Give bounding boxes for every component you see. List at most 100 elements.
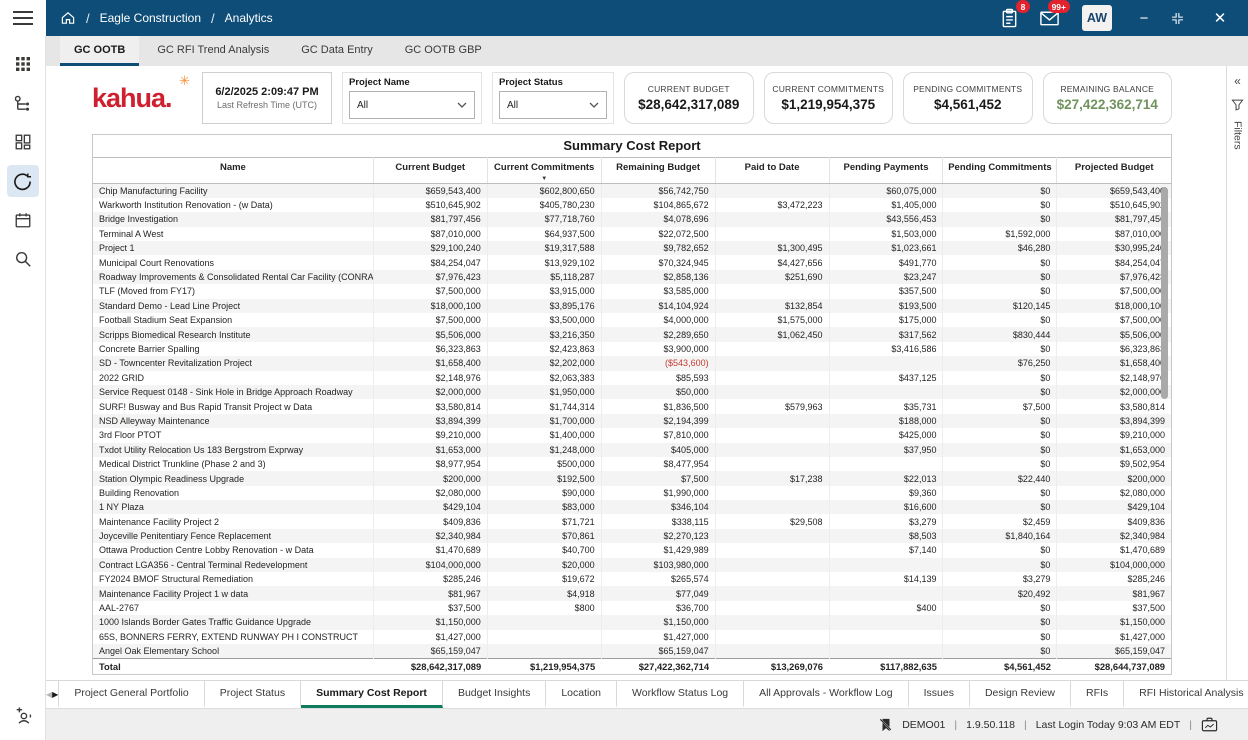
column-header-name[interactable]: Name [93,157,374,184]
cell-value: $13,929,102 [487,255,602,270]
cell-value: $7,500,000 [1119,286,1165,297]
sync-icon[interactable] [6,165,39,197]
kpi-value: $1,219,954,375 [781,97,876,112]
column-header-pending-payments[interactable]: Pending Payments [829,157,944,184]
minimize-button[interactable]: − [1132,10,1156,27]
cell-value: $60,075,000 [829,183,944,198]
restore-window-button[interactable] [1170,11,1194,26]
dashboard-icon[interactable] [7,126,39,158]
expand-filters-button[interactable]: « [1234,74,1241,88]
cell-value: $18,000,100 [1114,300,1165,311]
briefcase-chart-icon[interactable] [1201,717,1218,732]
column-header-projected-budget[interactable]: Projected Budget [1056,157,1171,184]
cell-value: $1,427,000 [1119,631,1165,642]
project-name-dropdown[interactable]: All [349,91,475,119]
home-icon[interactable] [60,10,76,26]
sheet-tab-rfis[interactable]: RFIs [1071,681,1125,708]
cell-value: $200,000 [1127,473,1165,484]
cell-value: $265,574 [601,572,716,587]
cell-value: $5,506,000 [373,327,488,342]
cell-value: $3,895,176 [487,298,602,314]
cell-value: $2,270,123 [601,528,716,544]
sort-indicator-icon: ▼ [541,176,548,182]
sheet-tab-budget-insights[interactable]: Budget Insights [443,681,547,708]
cell-value: $4,427,656 [715,255,830,270]
cell-value: $0 [942,442,1058,457]
apps-grid-icon[interactable] [7,48,39,80]
cell-name: Station Olympic Readiness Upgrade [93,471,374,486]
cell-value: $19,672 [487,572,602,587]
table-row: AAL-2767 $37,500 $800 $36,700 $400 $0 $37,500 [93,600,1171,616]
cell-value: $3,279 [942,572,1058,587]
cell-value: $20,000 [487,557,602,573]
cell-value: $77,718,760 [487,212,602,227]
sheet-tab-workflow-status-log[interactable]: Workflow Status Log [617,681,745,708]
table-row: 3rd Floor PTOT $9,210,000 $1,400,000 $7,810… [93,428,1171,443]
report-tab-gc-ootb[interactable]: GC OOTB [60,36,140,66]
cell-value: $7,500,000 [1119,315,1165,326]
cell-value: $0 [942,341,1058,357]
cell-value: $84,254,047 [1114,257,1165,268]
sheet-tab-design-review[interactable]: Design Review [970,681,1071,708]
report-canvas: kahua. ✳ 6/2/2025 2:09:47 PM Last Refres… [46,66,1226,680]
kpi-value: $4,561,452 [933,97,1002,112]
top-bar: / Eagle Construction / Analytics 8 99+ A… [0,0,1248,36]
table-scrollbar[interactable] [1161,187,1168,399]
calendar-icon[interactable] [7,204,39,236]
cell-value: $7,500,000 [373,313,488,328]
cell-value: $0 [942,428,1058,443]
breadcrumb-page[interactable]: Analytics [225,11,273,25]
cell-value: $0 [942,629,1058,644]
tasks-button[interactable]: 8 [996,0,1030,31]
cell-value: $3,216,350 [487,327,602,342]
sheet-tab-issues[interactable]: Issues [909,681,970,708]
sheet-tab-all-approvals-workflow-log[interactable]: All Approvals - Workflow Log [744,681,909,708]
sheet-tab-rfi-historical-analysis[interactable]: RFI Historical Analysis [1124,681,1248,708]
cell-value: $405,780,230 [487,197,602,213]
table-row: 1 NY Plaza $429,104 $83,000 $346,104 $16,600… [93,500,1171,515]
sheet-tab-project-status[interactable]: Project Status [205,681,302,708]
cell-value [487,615,602,630]
cell-value: $510,645,902 [373,197,488,213]
cell-name: Scripps Biomedical Research Institute [93,327,374,342]
hamburger-menu-button[interactable] [0,0,46,36]
cell-name: Project 1 [93,241,374,256]
report-tab-gc-rfi-trend-analysis[interactable]: GC RFI Trend Analysis [143,36,283,66]
project-status-dropdown[interactable]: All [499,91,607,119]
column-header-pending-commitments[interactable]: Pending Commitments [942,157,1058,184]
cell-value: $192,500 [487,471,602,486]
close-button[interactable]: ✕ [1208,9,1232,27]
cell-value: $104,865,672 [601,197,716,213]
report-tab-gc-ootb-gbp[interactable]: GC OOTB GBP [391,36,496,66]
cell-value: $1,658,400 [1119,358,1165,369]
kpi-card-pending-commitments: PENDING COMMITMENTS $4,561,452 [903,72,1033,124]
report-tab-gc-data-entry[interactable]: GC Data Entry [287,36,387,66]
hierarchy-icon[interactable] [7,87,39,119]
status-bar: DEMO01 | 1.9.50.118 | Last Login Today 9… [46,708,1248,740]
cell-value: $1,429,989 [601,543,716,558]
cell-value: $1,248,000 [487,442,602,457]
column-header-remaining-budget[interactable]: Remaining Budget [601,157,716,184]
messages-button[interactable]: 99+ [1036,0,1070,31]
muted-notifications-icon [880,718,893,731]
cell-value: $0 [942,615,1058,630]
column-header-paid-to-date[interactable]: Paid to Date [715,157,830,184]
column-header-current-commitments[interactable]: Current Commitments ▼ [487,157,602,184]
cell-name: FY2024 BMOF Structural Remediation [93,572,374,587]
cell-value: $1,653,000 [373,442,488,457]
tasks-badge: 8 [1016,0,1030,13]
column-header-current-budget[interactable]: Current Budget [373,157,488,184]
cell-value [829,456,944,472]
sheet-tab-location[interactable]: Location [546,681,618,708]
cell-value: $338,115 [601,514,716,529]
cell-value: $3,585,000 [601,284,716,299]
cell-value: $23,247 [829,269,944,285]
cell-name: Terminal A West [93,226,374,242]
sheet-tab-summary-cost-report[interactable]: Summary Cost Report [301,681,443,708]
user-avatar[interactable]: AW [1082,5,1112,31]
breadcrumb-app[interactable]: Eagle Construction [100,11,201,25]
sheet-tab-project-general-portfolio[interactable]: Project General Portfolio [58,681,205,708]
search-icon[interactable] [7,243,39,275]
cell-value: $22,440 [942,471,1058,486]
add-user-icon[interactable] [7,700,39,732]
